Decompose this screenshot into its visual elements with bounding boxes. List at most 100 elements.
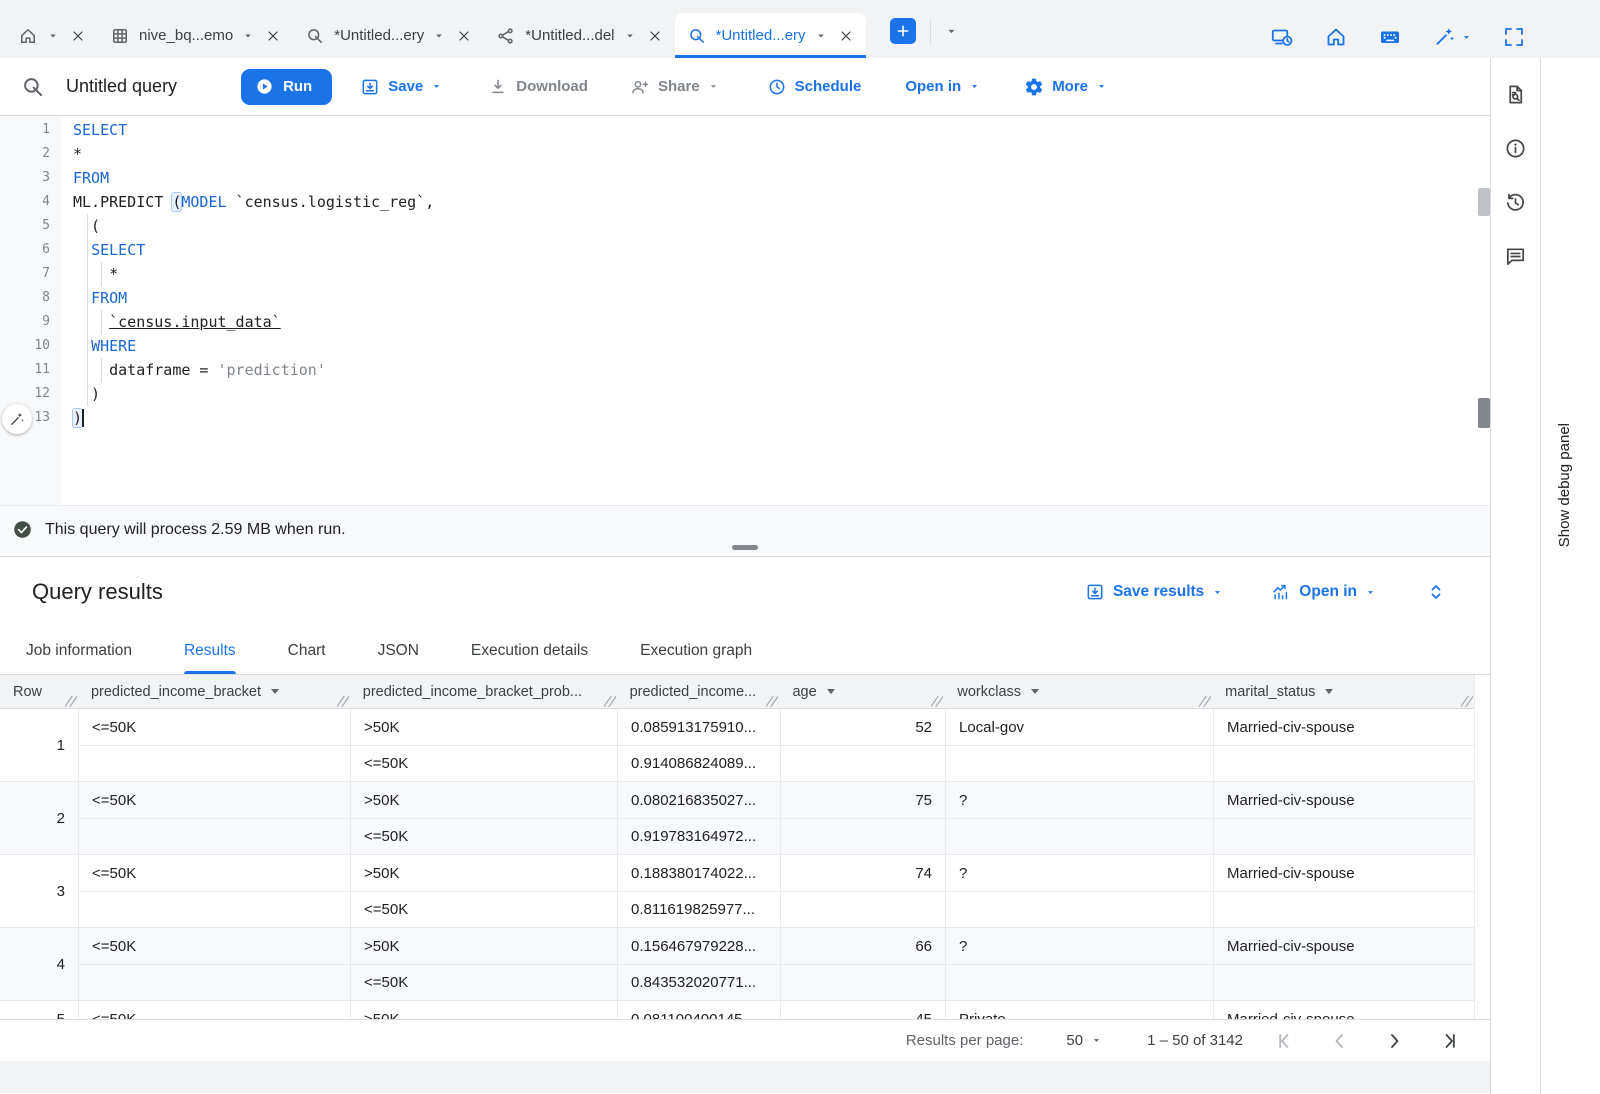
tab-active[interactable]: *Untitled...ery <box>675 13 866 58</box>
more-button[interactable]: More <box>1024 77 1107 97</box>
clock-icon <box>767 77 787 97</box>
cell-age <box>780 818 945 854</box>
info-icon[interactable] <box>1504 137 1527 160</box>
panel-resize-handle[interactable] <box>732 545 758 550</box>
column-resize-handle[interactable] <box>766 695 778 707</box>
indent-guide <box>101 358 102 382</box>
column-resize-handle[interactable] <box>604 695 616 707</box>
home-icon[interactable] <box>1324 25 1348 49</box>
editor-scrollbar-thumb[interactable] <box>1478 188 1490 216</box>
column-header[interactable]: age <box>779 675 944 708</box>
new-tab-button[interactable] <box>890 18 916 44</box>
cell-age: 52 <box>780 709 945 745</box>
cell-predicted-income-bracket: <=50K <box>78 782 350 818</box>
results-tab-execution-details[interactable]: Execution details <box>471 627 588 674</box>
results-tab-results[interactable]: Results <box>184 627 236 674</box>
close-icon[interactable] <box>647 28 663 44</box>
analytics-chart-icon <box>1271 582 1291 602</box>
row-number: 2 <box>0 782 78 854</box>
chevron-down-icon[interactable] <box>815 30 827 42</box>
sql-code-editor[interactable]: 1SELECT2*3FROM4ML.PREDICT (MODEL `census… <box>0 116 1490 505</box>
results-tab-json[interactable]: JSON <box>378 627 419 674</box>
per-page-dropdown[interactable]: 50 <box>1066 1032 1102 1049</box>
expand-panel-button[interactable] <box>1424 580 1448 604</box>
tab[interactable]: nive_bq...emo <box>98 13 293 58</box>
results-tab-chart[interactable]: Chart <box>288 627 326 674</box>
chevron-down-icon[interactable] <box>433 30 445 42</box>
save-button[interactable]: Save <box>360 77 442 97</box>
indent-guide <box>101 310 102 334</box>
chevron-down-icon <box>431 81 442 92</box>
gemini-assist-button[interactable] <box>2 404 32 434</box>
tab[interactable]: *Untitled...ery <box>293 13 484 58</box>
close-icon[interactable] <box>265 28 281 44</box>
query-validation-message: This query will process 2.59 MB when run… <box>45 521 346 539</box>
tab[interactable] <box>6 13 98 58</box>
cell-prob-label: >50K <box>350 782 617 818</box>
unfold-chevrons-icon <box>1424 580 1448 604</box>
column-resize-handle[interactable] <box>337 695 349 707</box>
column-resize-handle[interactable] <box>931 695 943 707</box>
line-number: 6 <box>0 238 50 262</box>
column-header[interactable]: predicted_income_bracket <box>78 675 350 708</box>
close-icon[interactable] <box>838 28 854 44</box>
history-icon[interactable] <box>1504 191 1527 214</box>
results-tab-execution-graph[interactable]: Execution graph <box>640 627 752 674</box>
tab-label: *Untitled...del <box>525 27 614 44</box>
code-line: 9 `census.input_data` <box>0 310 1470 334</box>
save-results-button[interactable]: Save results <box>1085 582 1223 602</box>
cell-marital-status: Married-civ-spouse <box>1213 709 1475 745</box>
tab-overflow-chevron-icon[interactable] <box>945 25 958 38</box>
window-actions <box>1270 25 1526 49</box>
close-icon[interactable] <box>70 28 86 44</box>
fullscreen-icon[interactable] <box>1502 25 1526 49</box>
tab[interactable]: *Untitled...del <box>484 13 674 58</box>
editor-scrollbar-marker[interactable] <box>1478 398 1490 428</box>
code-line: 13) <box>0 406 1470 430</box>
code-line: 4ML.PREDICT (MODEL `census.logistic_reg`… <box>0 190 1470 214</box>
first-page-icon <box>1274 1029 1298 1053</box>
results-open-in-button[interactable]: Open in <box>1271 582 1376 602</box>
cell-prob-value: 0.843532020771... <box>617 964 780 1000</box>
previous-page-button <box>1328 1029 1352 1053</box>
open-in-button[interactable]: Open in <box>905 78 980 95</box>
keyboard-icon[interactable] <box>1378 25 1402 49</box>
home-icon <box>18 26 38 46</box>
query-toolbar: Untitled query Run Save Download Share S… <box>0 58 1490 116</box>
column-resize-handle[interactable] <box>1199 695 1211 707</box>
code-line: 10 WHERE <box>0 334 1470 358</box>
magic-pen-button[interactable] <box>1432 25 1472 49</box>
share-button: Share <box>630 77 719 97</box>
save-results-icon <box>1085 582 1105 602</box>
cell-workclass: Local-gov <box>945 709 1213 745</box>
chevron-down-icon[interactable] <box>242 30 254 42</box>
column-header[interactable]: marital_status <box>1212 675 1474 708</box>
cell-workclass <box>945 745 1213 781</box>
column-resize-handle[interactable] <box>65 695 77 707</box>
query-title[interactable]: Untitled query <box>66 76 177 97</box>
last-page-button[interactable] <box>1436 1029 1460 1053</box>
show-debug-panel-button[interactable]: Show debug panel <box>1556 423 1573 547</box>
code-line: 5 ( <box>0 214 1470 238</box>
chevron-right-icon <box>1382 1029 1406 1053</box>
results-tab-job-information[interactable]: Job information <box>26 627 132 674</box>
schedule-button[interactable]: Schedule <box>767 77 862 97</box>
close-icon[interactable] <box>456 28 472 44</box>
feedback-comment-icon[interactable] <box>1504 245 1527 268</box>
run-button[interactable]: Run <box>241 69 332 105</box>
code-line: 8 FROM <box>0 286 1470 310</box>
row-number: 3 <box>0 855 78 927</box>
cell-marital-status <box>1213 745 1475 781</box>
chevron-down-icon <box>1461 32 1472 43</box>
chevron-down-icon[interactable] <box>47 30 59 42</box>
cell-predicted-income-bracket <box>78 818 350 854</box>
chevron-down-icon[interactable] <box>624 30 636 42</box>
search-document-icon[interactable] <box>1504 83 1527 106</box>
column-resize-handle[interactable] <box>1461 695 1473 707</box>
cell-predicted-income-bracket <box>78 745 350 781</box>
column-header[interactable]: workclass <box>944 675 1212 708</box>
query-icon <box>305 26 325 46</box>
next-page-button[interactable] <box>1382 1029 1406 1053</box>
devices-clock-icon[interactable] <box>1270 25 1294 49</box>
right-icon-rail <box>1490 58 1540 1094</box>
